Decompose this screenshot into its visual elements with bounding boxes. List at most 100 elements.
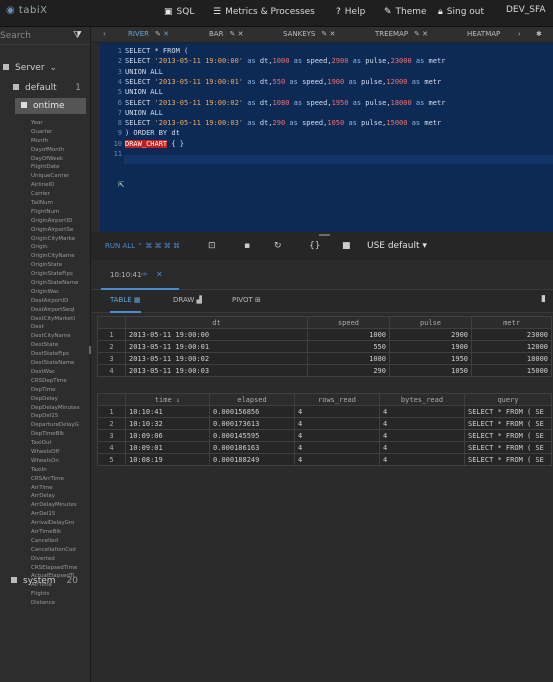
column-item[interactable]: DayOfWeek — [31, 155, 90, 164]
column-item[interactable]: CRSElapsedTime — [31, 564, 90, 573]
table-row[interactable]: 4 10:09:01 0.000186163 4 4 SELECT * FROM ( SE — [97, 441, 552, 454]
run-all-button[interactable]: RUN ALL ⌃ ⌘ ⌘ ⌘ ⌘ — [105, 242, 180, 250]
table-row[interactable]: 1 2013-05-11 19:00:00 1000 2900 23000 — [97, 328, 552, 341]
table-row[interactable]: 3 10:09:06 0.000145595 4 4 SELECT * FROM ( SE — [97, 429, 552, 442]
column-item[interactable]: OriginAirportSe — [31, 226, 90, 235]
search-input[interactable] — [0, 29, 70, 43]
vertical-splitter[interactable]: ‖ — [88, 345, 92, 354]
filter-icon[interactable]: ⧩ — [73, 30, 82, 41]
column-item[interactable]: DestAirportID — [31, 297, 90, 306]
help-menu[interactable]: ? Help — [336, 7, 365, 17]
column-header[interactable]: rows_read — [294, 393, 380, 406]
tabs-next-arrow[interactable]: › — [518, 30, 521, 38]
column-item[interactable]: OriginState — [31, 261, 90, 270]
stop-icon[interactable]: ■ — [342, 241, 351, 251]
table-row[interactable]: 1 10:10:41 0.000156856 4 4 SELECT * FROM ( SE — [97, 405, 552, 418]
metrics-menu[interactable]: ☰ Metrics & Processes — [213, 7, 315, 17]
table-row[interactable]: 2 10:10:32 0.000173613 4 4 SELECT * FROM ( SE — [97, 417, 552, 430]
code-line[interactable]: SELECT '2013-05-11 19:00:00' as dt,1000 … — [125, 57, 445, 65]
code-line[interactable]: SELECT '2013-05-11 19:00:01' as dt,550 a… — [125, 78, 441, 86]
code-line[interactable]: SELECT '2013-05-11 19:00:02' as dt,1080 … — [125, 99, 445, 107]
column-header[interactable]: pulse — [389, 316, 472, 329]
column-item[interactable]: WheelsOn — [31, 457, 90, 466]
code-line[interactable]: UNION ALL — [125, 109, 163, 117]
tab-treemap[interactable]: TREEMAP ✎ ✕ — [375, 30, 428, 38]
code-line[interactable]: ) ORDER BY dt — [125, 129, 180, 137]
table-row[interactable]: 5 10:08:19 0.000188249 4 4 SELECT * FROM ( SE — [97, 453, 552, 466]
column-item[interactable]: Cancelled — [31, 537, 90, 546]
tab-heatmap[interactable]: HEATMAP — [467, 30, 500, 38]
column-item[interactable]: Diverted — [31, 555, 90, 564]
sql-menu[interactable]: ▣ SQL — [164, 7, 194, 17]
column-header[interactable]: metr — [471, 316, 552, 329]
column-item[interactable]: ArrivalDelayGro — [31, 519, 90, 528]
column-item[interactable]: ArrDelay — [31, 492, 90, 501]
column-item[interactable]: DestState — [31, 341, 90, 350]
braces-icon[interactable]: {} — [309, 241, 320, 251]
column-item[interactable]: Quarter — [31, 128, 90, 137]
code-line[interactable]: SELECT * FROM ( — [125, 47, 188, 55]
signout-menu[interactable]: 🔒︎ Sing out — [438, 7, 484, 17]
database-select[interactable]: USE default ▾ — [367, 241, 427, 251]
edit-icon[interactable]: ✎ — [155, 30, 161, 38]
database-node-system[interactable]: system 20 — [11, 576, 87, 586]
column-item[interactable]: DestWac — [31, 368, 90, 377]
column-item[interactable]: DestCityMarketI — [31, 315, 90, 324]
column-item[interactable]: CancellationCod — [31, 546, 90, 555]
column-item[interactable]: UniqueCarrier — [31, 172, 90, 181]
user-name[interactable]: DEV_SFA — [506, 5, 546, 15]
column-item[interactable]: FlightNum — [31, 208, 90, 217]
table-row[interactable]: 3 2013-05-11 19:00:02 1080 1950 18000 — [97, 352, 552, 365]
tab-table[interactable]: TABLE ▦ — [110, 296, 141, 313]
column-header[interactable]: elapsed — [209, 393, 295, 406]
column-item[interactable]: Origin — [31, 243, 90, 252]
server-node[interactable]: Server ⌄ — [3, 63, 57, 73]
settings-icon[interactable]: ✱ — [536, 30, 542, 38]
tab-pivot[interactable]: PIVOT ⊞ — [232, 296, 261, 313]
column-item[interactable]: ArrTimeBlk — [31, 528, 90, 537]
column-item[interactable]: ArrDel15 — [31, 510, 90, 519]
column-item[interactable]: DestStateFips — [31, 350, 90, 359]
result-tab[interactable]: 10:10:41 ✑ ✕ — [101, 260, 179, 290]
column-item[interactable]: TaxiIn — [31, 466, 90, 475]
column-item[interactable]: Dest — [31, 323, 90, 332]
column-header[interactable]: speed — [307, 316, 390, 329]
tab-sankeys[interactable]: SANKEYS ✎ ✕ — [283, 30, 335, 38]
column-item[interactable]: ArrTime — [31, 484, 90, 493]
column-item[interactable]: OriginAirportID — [31, 217, 90, 226]
edit-icon[interactable]: ✎ — [229, 30, 235, 38]
column-item[interactable]: DestStateName — [31, 359, 90, 368]
column-item[interactable]: Flights — [31, 590, 90, 599]
close-icon[interactable]: ✕ — [422, 30, 428, 38]
column-item[interactable]: DayofMonth — [31, 146, 90, 155]
column-item[interactable]: OriginCityMarke — [31, 235, 90, 244]
column-item[interactable]: Month — [31, 137, 90, 146]
column-item[interactable]: OriginWac — [31, 288, 90, 297]
close-icon[interactable]: ✕ — [156, 270, 163, 279]
theme-menu[interactable]: ✎ Theme — [384, 7, 427, 17]
column-item[interactable]: AirlineID — [31, 181, 90, 190]
edit-icon[interactable]: ✎ — [414, 30, 420, 38]
column-item[interactable]: Distance — [31, 599, 90, 608]
table-node-ontime[interactable]: ontime — [15, 98, 86, 114]
column-item[interactable]: DestCityName — [31, 332, 90, 341]
column-item[interactable]: CRSArrTime — [31, 475, 90, 484]
column-item[interactable]: CRSDepTime — [31, 377, 90, 386]
column-item[interactable]: Carrier — [31, 190, 90, 199]
tab-draw[interactable]: DRAW ▟ — [173, 296, 202, 313]
column-item[interactable]: WheelsOff — [31, 448, 90, 457]
column-item[interactable]: DepDelayMinutes — [31, 404, 90, 413]
sql-editor[interactable]: 1 2 3 4 5 6 7 8 9 10 11 SELECT * FROM (SELECT '201… — [100, 43, 553, 232]
refresh-icon[interactable]: ↻ — [274, 241, 282, 251]
column-item[interactable]: DestAirportSeqI — [31, 306, 90, 315]
close-icon[interactable]: ✕ — [329, 30, 335, 38]
close-icon[interactable]: ✕ — [163, 30, 169, 38]
database-node-default[interactable]: default 1 — [13, 83, 89, 93]
column-item[interactable]: ArrDelayMinutes — [31, 501, 90, 510]
column-item[interactable]: TailNum — [31, 199, 90, 208]
column-item[interactable]: DepTime — [31, 386, 90, 395]
column-item[interactable]: TaxiOut — [31, 439, 90, 448]
column-item[interactable]: DepDel15 — [31, 412, 90, 421]
splitter-handle[interactable]: ═══ — [319, 232, 330, 239]
pin-icon[interactable]: ▮ — [541, 294, 546, 304]
